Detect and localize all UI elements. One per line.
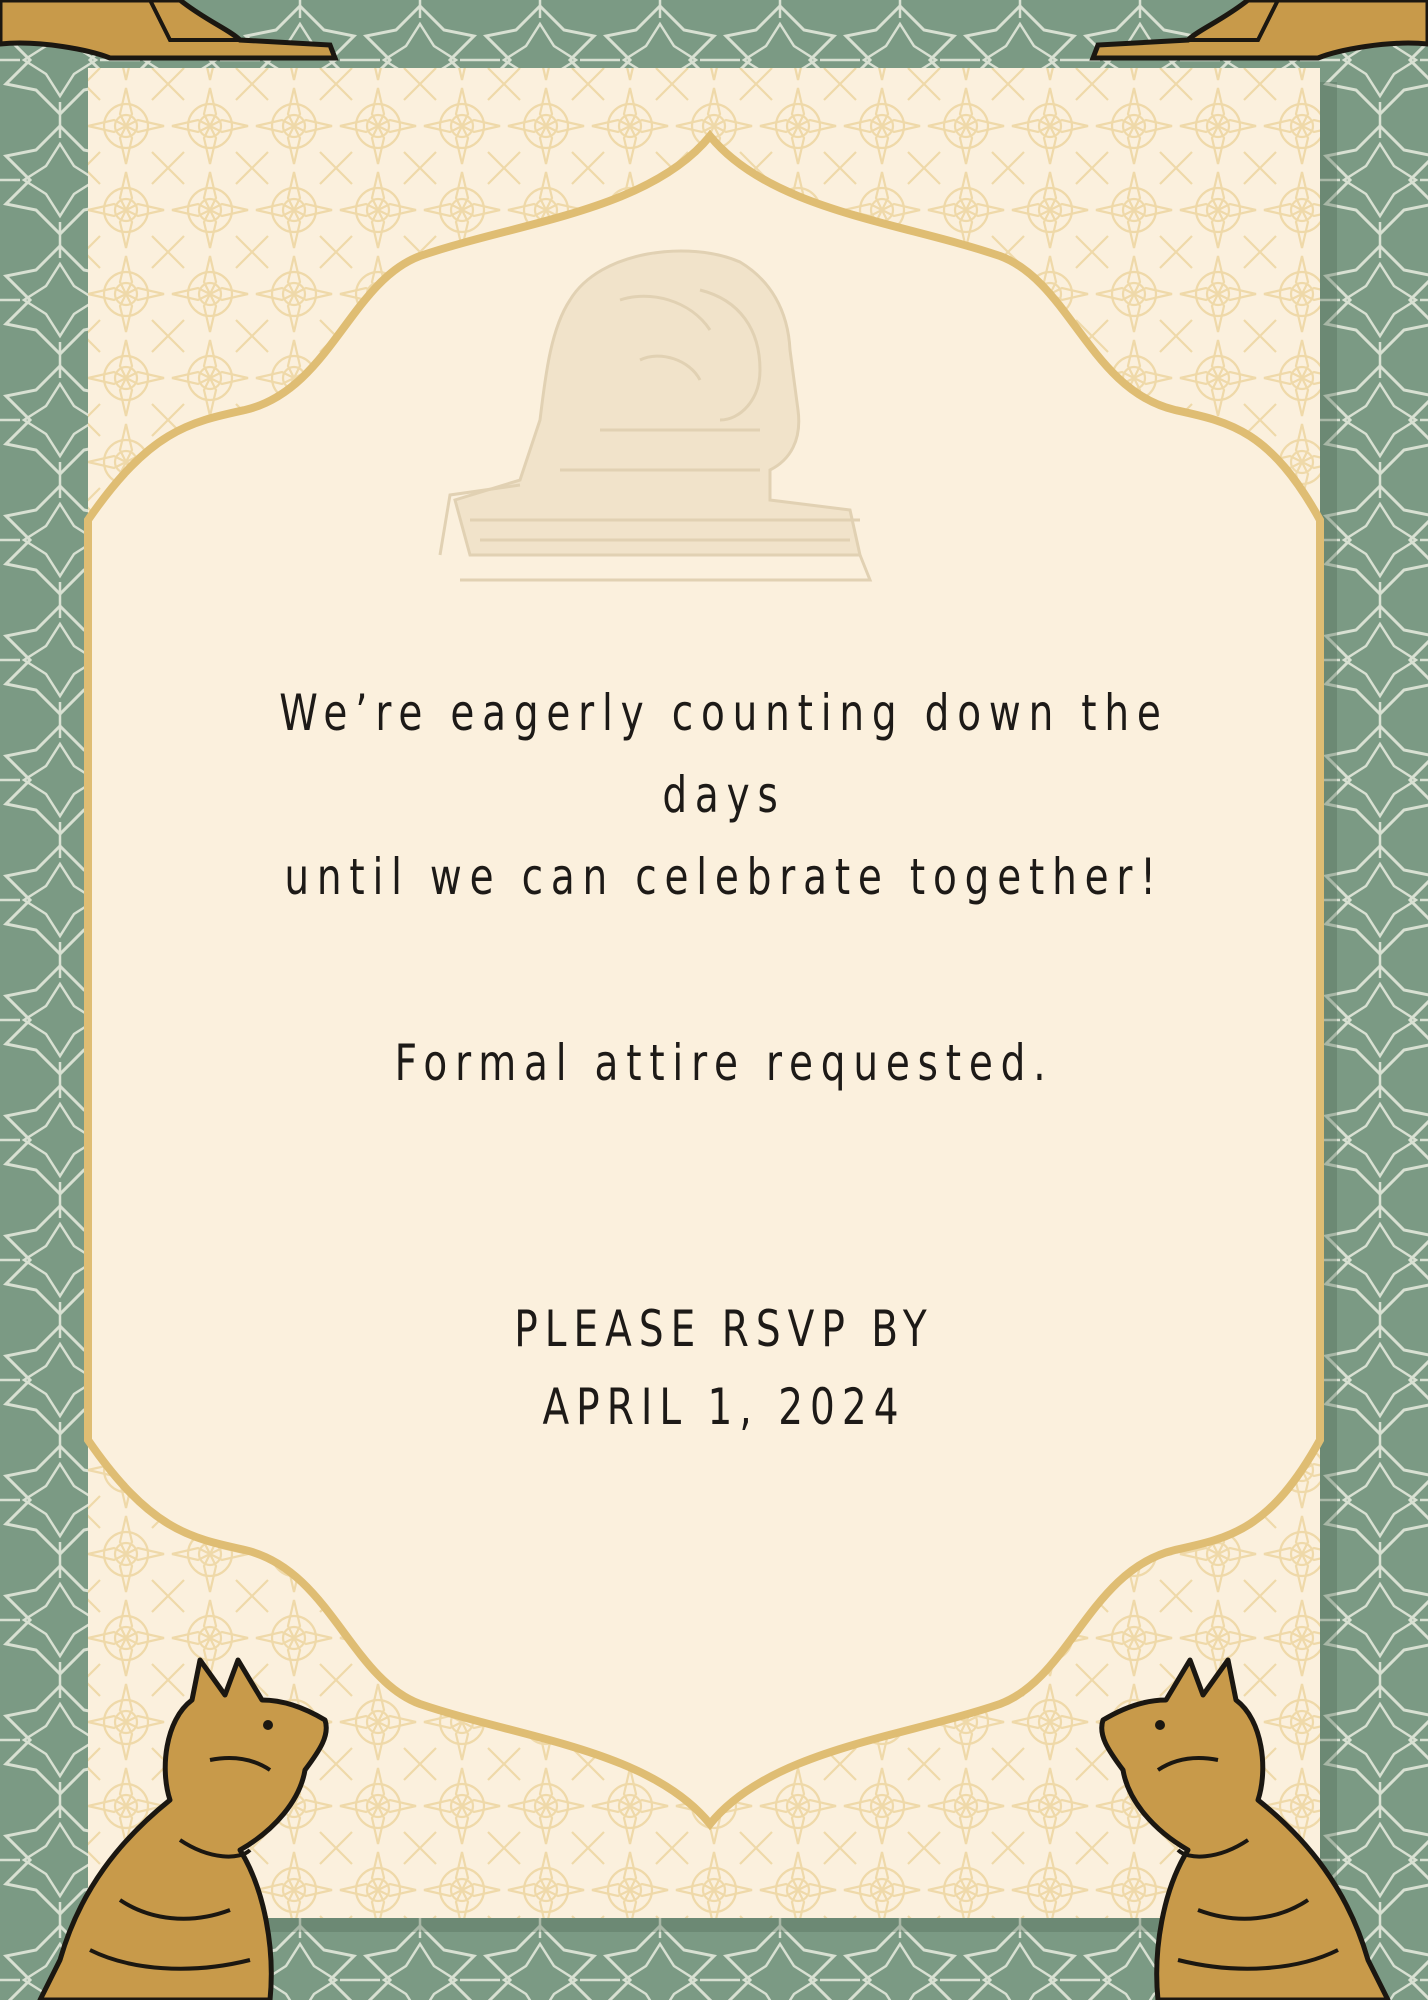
invitation-message: We’re eagerly counting down the days unt… — [229, 672, 1218, 918]
invitation-artwork — [0, 0, 1428, 2000]
rsvp-line-1: PLEASE RSVP BY — [514, 1300, 934, 1358]
message-line-1: We’re eagerly counting down the days — [279, 684, 1169, 824]
invitation-card: We’re eagerly counting down the days unt… — [0, 0, 1428, 2000]
rsvp-line-2: APRIL 1, 2024 — [542, 1378, 906, 1436]
attire-note: Formal attire requested. — [394, 1034, 1054, 1092]
rsvp-deadline: PLEASE RSVP BY APRIL 1, 2024 — [229, 1290, 1218, 1446]
message-line-2: until we can celebrate together! — [284, 848, 1164, 906]
